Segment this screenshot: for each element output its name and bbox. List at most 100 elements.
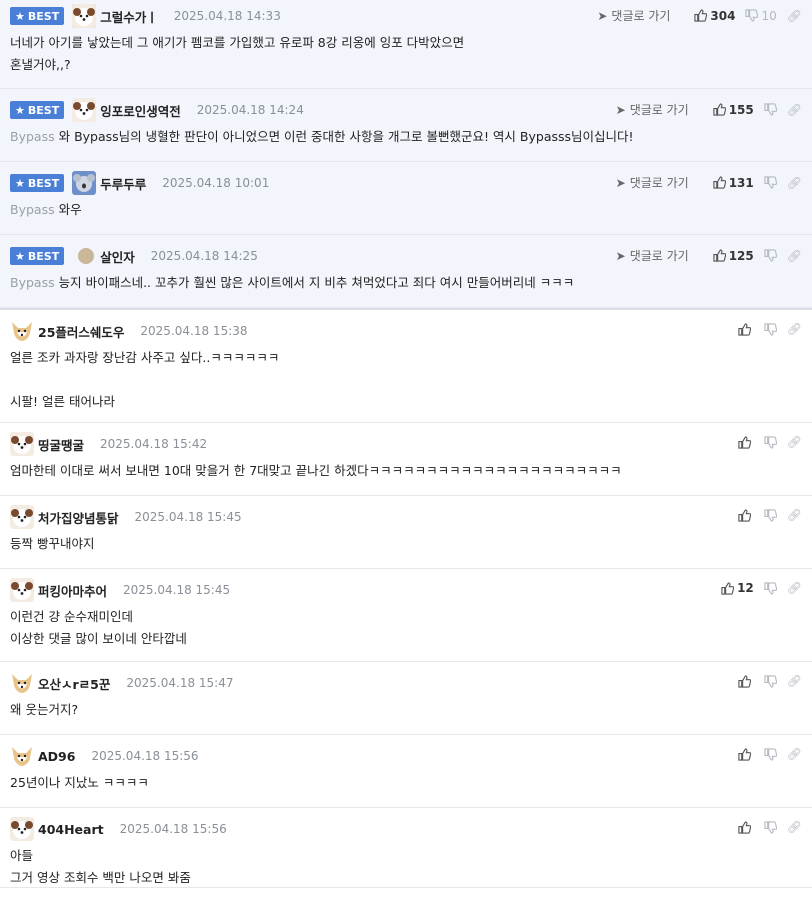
upvote-button[interactable]	[738, 820, 754, 834]
upvote-count: 12	[737, 581, 754, 595]
thumbs-up-icon	[721, 581, 735, 595]
downvote-button[interactable]: 10	[745, 9, 777, 23]
comment-text: 왜 웃는거지?	[10, 702, 79, 717]
comment-text: 엄마한테 이대로 써서 보내면 10대 맞을거 한 7대맞고 끝나긴 하겠다ㅋㅋ…	[10, 463, 622, 478]
downvote-button[interactable]	[764, 747, 777, 761]
link-button[interactable]: 🔗︎	[787, 674, 802, 688]
best-badge: ★ BEST	[10, 101, 65, 119]
comment-date: 2025.04.18 14:24	[196, 103, 304, 117]
upvote-button[interactable]: 12	[721, 581, 754, 595]
link-button[interactable]: 🔗︎	[787, 820, 802, 834]
avatar[interactable]	[72, 4, 97, 28]
avatar[interactable]	[10, 505, 34, 529]
arrow-icon: ➤	[597, 8, 608, 23]
nickname[interactable]: 두루두루	[100, 174, 146, 193]
link-button[interactable]: 🔗︎	[787, 747, 802, 761]
upvote-button[interactable]	[738, 322, 754, 336]
downvote-button[interactable]	[764, 674, 777, 688]
thumbs-down-icon	[764, 581, 777, 595]
nickname[interactable]: 처가집양념통닭	[38, 508, 119, 527]
best-badge: ★ BEST	[10, 247, 65, 265]
avatar[interactable]	[10, 744, 34, 768]
goto-comment-link[interactable]: ➤ 댓글로 가기	[597, 7, 670, 24]
comment-text: Bypass 와 Bypass님의 냉혈한 판단이 아니었으면 이런 중대한 사항…	[10, 129, 634, 144]
downvote-button[interactable]	[764, 508, 777, 522]
best-comment: ★ BEST 그럴수가ㅣ 2025.04.18 14:33 ➤ 댓글로 가기 304…	[0, 0, 812, 89]
nickname[interactable]: 오산ㅅrㄹ5꾼	[38, 674, 110, 693]
downvote-button[interactable]	[764, 581, 777, 595]
nickname[interactable]: AD96	[38, 749, 75, 764]
upvote-count: 155	[728, 102, 754, 117]
comment-text: 얼른 조카 과자랑 장난감 사주고 싶다..ㅋㅋㅋㅋㅋㅋ 시팔! 얼른 태어나라	[10, 350, 280, 409]
comment: 퍼킹아마추어 2025.04.18 15:45 12 🔗︎ 이런건 걍 순수재미인데 이…	[0, 569, 812, 662]
upvote-button[interactable]: 125	[713, 249, 754, 263]
upvote-count: 304	[710, 8, 736, 23]
upvote-button[interactable]	[738, 674, 754, 688]
upvote-count: 131	[728, 175, 754, 190]
link-button[interactable]: 🔗︎	[787, 322, 802, 336]
avatar[interactable]	[10, 817, 34, 841]
thumbs-down-icon	[764, 249, 777, 262]
thumbs-up-icon	[738, 674, 751, 688]
nickname[interactable]: 살인자	[100, 247, 135, 266]
thumbs-down-icon	[764, 674, 777, 688]
goto-comment-link[interactable]: ➤ 댓글로 가기	[616, 174, 689, 191]
goto-comment-link[interactable]: ➤ 댓글로 가기	[616, 247, 689, 264]
link-button[interactable]: 🔗︎	[787, 508, 802, 522]
nickname[interactable]: 퍼킹아마추어	[38, 581, 107, 600]
comment-date: 2025.04.18 15:42	[100, 437, 208, 451]
comment-date: 2025.04.18 15:56	[119, 822, 227, 836]
thumbs-down-icon	[764, 820, 777, 834]
avatar[interactable]	[10, 319, 34, 343]
downvote-button[interactable]	[764, 103, 777, 116]
dog-avatar-icon	[72, 98, 97, 122]
comment: 띵굴땡굴 2025.04.18 15:42 🔗︎ 엄마한테 이대로 써서 보내면 10…	[0, 423, 812, 496]
link-icon: 🔗︎	[786, 820, 802, 834]
avatar[interactable]	[10, 432, 34, 456]
link-icon: 🔗︎	[786, 581, 802, 595]
star-icon: ★	[15, 103, 25, 117]
upvote-count: 125	[728, 248, 754, 263]
downvote-button[interactable]	[764, 249, 777, 262]
best-comment: ★ BEST 잉포로인생역전 2025.04.18 14:24 ➤ 댓글로 가기 1…	[0, 89, 812, 162]
avatar[interactable]	[72, 171, 97, 195]
goto-comment-link[interactable]: ➤ 댓글로 가기	[616, 101, 689, 118]
link-button[interactable]: 🔗︎	[787, 9, 802, 23]
link-button[interactable]: 🔗︎	[787, 435, 802, 449]
thumbs-up-icon	[713, 103, 726, 116]
comment-date: 2025.04.18 15:56	[91, 749, 199, 763]
avatar[interactable]	[10, 578, 34, 602]
thumbs-down-icon	[764, 103, 777, 116]
upvote-button[interactable]	[738, 435, 754, 449]
nickname[interactable]: 잉포로인생역전	[100, 101, 181, 120]
comment-text: 너네가 아기를 낳았는데 그 애기가 펨코를 가입했고 유로파 8강 리옹에 잉…	[10, 35, 465, 72]
best-comment-list: ★ BEST 그럴수가ㅣ 2025.04.18 14:33 ➤ 댓글로 가기 304…	[0, 0, 812, 308]
avatar[interactable]	[72, 98, 97, 122]
link-icon: 🔗︎	[786, 435, 802, 449]
comment: 처가집양념통닭 2025.04.18 15:45 🔗︎ 등짝 빵꾸내야지	[0, 496, 812, 569]
link-button[interactable]: 🔗︎	[787, 103, 802, 117]
upvote-button[interactable]: 155	[713, 103, 754, 117]
downvote-button[interactable]	[764, 176, 777, 189]
link-button[interactable]: 🔗︎	[787, 249, 802, 263]
comment: 404Heart 2025.04.18 15:56 🔗︎ 아들 그거 영상 조회수 백…	[0, 808, 812, 888]
avatar[interactable]	[78, 248, 95, 264]
link-button[interactable]: 🔗︎	[787, 176, 802, 190]
upvote-button[interactable]	[738, 747, 754, 761]
star-icon: ★	[15, 249, 25, 263]
nickname[interactable]: 띵굴땡굴	[38, 435, 84, 454]
thumbs-up-icon	[738, 747, 751, 761]
downvote-button[interactable]	[764, 820, 777, 834]
downvote-button[interactable]	[764, 322, 777, 336]
best-badge: ★ BEST	[10, 7, 65, 25]
upvote-button[interactable]: 131	[713, 176, 754, 190]
link-button[interactable]: 🔗︎	[787, 581, 802, 595]
nickname[interactable]: 404Heart	[38, 822, 104, 837]
comment-text: 이런건 걍 순수재미인데 이상한 댓글 많이 보이네 안타깝네	[10, 609, 187, 646]
nickname[interactable]: 25플러스쉐도우	[38, 322, 124, 341]
nickname[interactable]: 그럴수가ㅣ	[100, 7, 158, 26]
upvote-button[interactable]: 304	[694, 9, 735, 23]
avatar[interactable]	[10, 671, 34, 695]
downvote-button[interactable]	[764, 435, 777, 449]
upvote-button[interactable]	[738, 508, 754, 522]
